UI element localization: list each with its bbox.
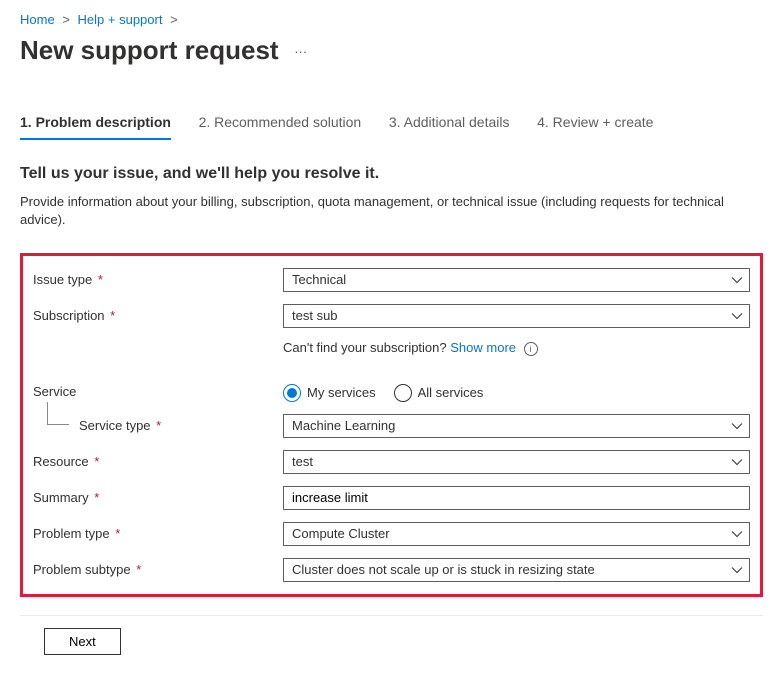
next-button[interactable]: Next [44,628,121,655]
label-issue-type: Issue type * [33,268,283,287]
radio-my-services[interactable]: My services [283,384,376,402]
chevron-right-icon: > [170,12,178,27]
show-more-link[interactable]: Show more [450,340,516,355]
subscription-select[interactable]: test sub [283,304,750,328]
section-description: Provide information about your billing, … [20,193,763,229]
breadcrumb: Home > Help + support > [20,12,763,27]
footer-bar: Next [20,615,763,655]
summary-input[interactable] [283,486,750,510]
label-subscription: Subscription * [33,304,283,323]
problem-subtype-select[interactable]: Cluster does not scale up or is stuck in… [283,558,750,582]
tab-additional-details[interactable]: 3. Additional details [389,106,510,138]
wizard-tabs: 1. Problem description 2. Recommended so… [20,106,763,141]
radio-label: All services [418,385,484,400]
radio-label: My services [307,385,376,400]
section-heading: Tell us your issue, and we'll help you r… [20,165,763,183]
subscription-helper: Can't find your subscription? Show more … [283,340,750,356]
tab-problem-description[interactable]: 1. Problem description [20,106,171,140]
chevron-right-icon: > [62,12,70,27]
radio-button-icon [394,384,412,402]
label-resource: Resource * [33,450,283,469]
chevron-down-icon [731,274,743,289]
chevron-down-icon [731,456,743,471]
chevron-down-icon [731,310,743,325]
label-service-type: Service type * [33,414,283,433]
radio-all-services[interactable]: All services [394,384,484,402]
label-problem-type: Problem type * [33,522,283,541]
service-type-select[interactable]: Machine Learning [283,414,750,438]
form-highlight-box: Issue type * Technical Subscription * te… [20,253,763,597]
chevron-down-icon [731,564,743,579]
chevron-down-icon [731,420,743,435]
breadcrumb-home[interactable]: Home [20,12,55,27]
resource-select[interactable]: test [283,450,750,474]
tab-recommended-solution[interactable]: 2. Recommended solution [199,106,362,138]
label-summary: Summary * [33,486,283,505]
radio-button-icon [283,384,301,402]
tab-review-create[interactable]: 4. Review + create [537,106,653,138]
info-icon[interactable]: i [524,342,538,356]
label-service: Service [33,380,283,399]
chevron-down-icon [731,528,743,543]
page-title: New support request [20,35,279,66]
more-actions-button[interactable]: ··· [282,44,306,68]
problem-type-select[interactable]: Compute Cluster [283,522,750,546]
issue-type-select[interactable]: Technical [283,268,750,292]
breadcrumb-help[interactable]: Help + support [78,12,163,27]
label-problem-subtype: Problem subtype * [33,558,283,577]
